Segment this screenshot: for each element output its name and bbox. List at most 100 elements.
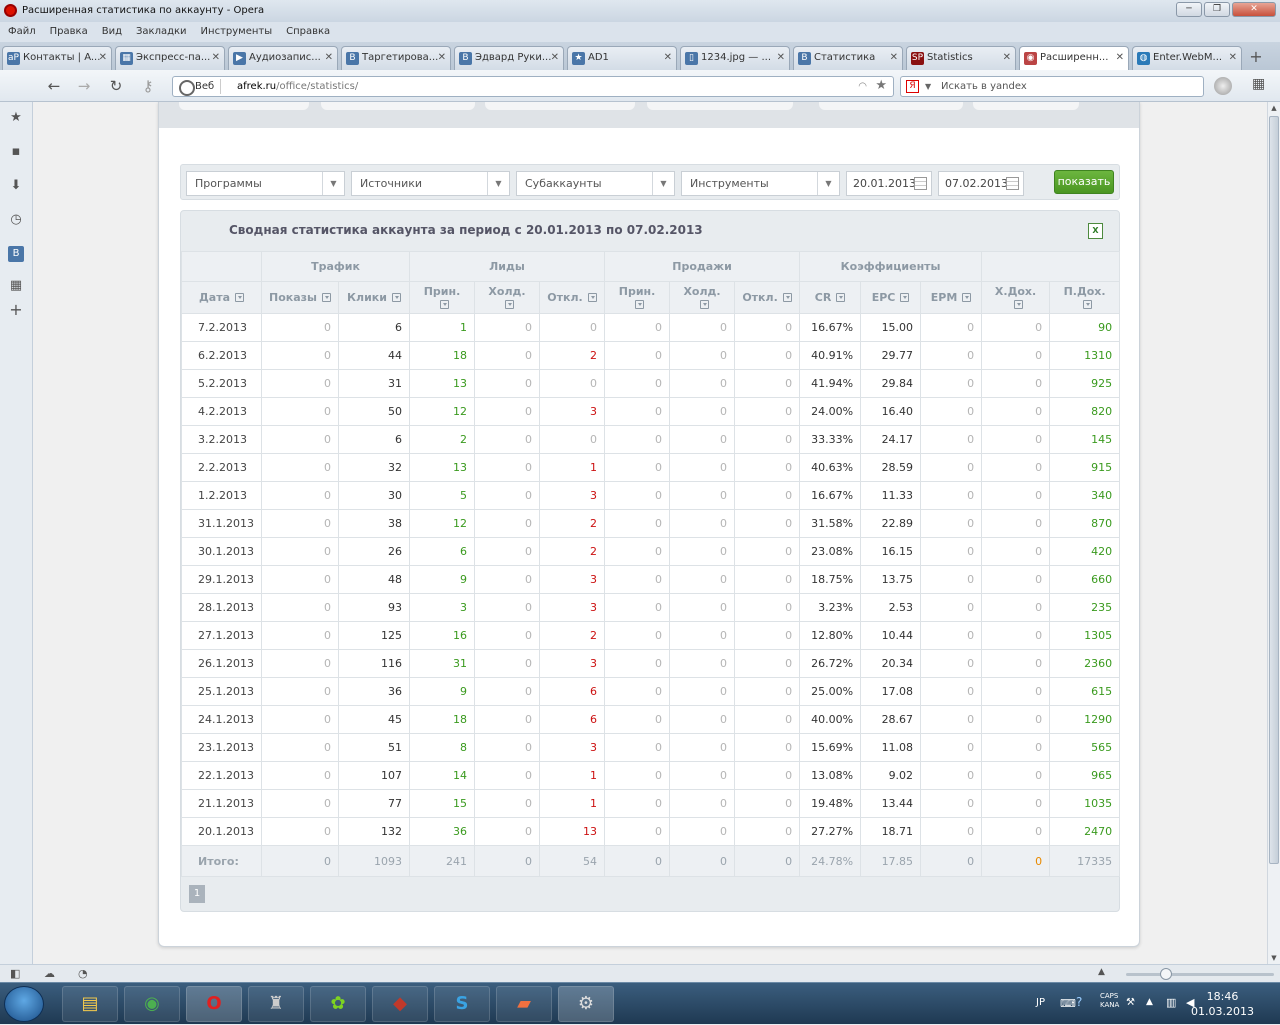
- panel-toggle-icon[interactable]: ◧: [10, 967, 20, 980]
- chevron-down-icon[interactable]: ▼: [925, 77, 931, 96]
- zoom-slider[interactable]: [1126, 973, 1274, 976]
- col-sales-rejected-header[interactable]: Откл.: [734, 281, 801, 314]
- nav-tab-stub[interactable]: [819, 102, 963, 110]
- nav-tab-stub[interactable]: [973, 102, 1079, 110]
- sort-icon[interactable]: [1013, 299, 1023, 309]
- sources-select[interactable]: Источники ▼: [351, 171, 510, 196]
- star-icon[interactable]: ★: [8, 110, 24, 126]
- browser-tab[interactable]: ◍ Enter.WebM... ✕: [1132, 46, 1242, 70]
- new-tab-button[interactable]: +: [1245, 46, 1267, 68]
- tab-close-icon[interactable]: ✕: [1229, 47, 1237, 69]
- nav-tab-stub[interactable]: [485, 102, 635, 110]
- chevron-down-icon[interactable]: ▼: [817, 172, 839, 195]
- chevron-down-icon[interactable]: ▼: [487, 172, 509, 195]
- col-date-header[interactable]: Дата: [181, 281, 262, 314]
- browser-tab[interactable]: aP Контакты | A... ✕: [2, 46, 112, 70]
- tools-select[interactable]: Инструменты ▼: [681, 171, 840, 196]
- browser-tab[interactable]: ★ AD1 ✕: [567, 46, 677, 70]
- page-number-button[interactable]: 1: [189, 885, 205, 903]
- date-to-input[interactable]: 07.02.2013: [938, 171, 1024, 196]
- sort-icon[interactable]: [391, 293, 401, 302]
- calendar-icon[interactable]: [914, 177, 927, 190]
- chevron-down-icon[interactable]: ▼: [322, 172, 344, 195]
- col-impressions-header[interactable]: Показы: [261, 281, 339, 314]
- col-leads-accepted-header[interactable]: Прин.: [409, 281, 476, 314]
- browser-tab[interactable]: B Эдвард Руки... ✕: [454, 46, 564, 70]
- tab-close-icon[interactable]: ✕: [1116, 47, 1124, 69]
- yandex-icon[interactable]: Я: [906, 80, 919, 93]
- url-text[interactable]: afrek.ru/office/statistics/: [237, 77, 358, 96]
- scrollbar-thumb[interactable]: [1269, 116, 1279, 864]
- language-indicator[interactable]: JP: [1036, 997, 1045, 1008]
- sort-icon[interactable]: [1082, 299, 1092, 309]
- tab-close-icon[interactable]: ✕: [99, 47, 107, 69]
- add-panel-icon[interactable]: +: [8, 302, 24, 318]
- vk-icon[interactable]: B: [8, 246, 24, 262]
- close-window-button[interactable]: ✕: [1232, 2, 1276, 17]
- start-button[interactable]: [4, 986, 44, 1022]
- vertical-scrollbar[interactable]: ▲ ▼: [1267, 102, 1280, 964]
- steam-taskbar-icon[interactable]: ⚙: [558, 986, 614, 1022]
- date-from-input[interactable]: 20.01.2013: [846, 171, 932, 196]
- browser-tab[interactable]: B Таргетирова... ✕: [341, 46, 451, 70]
- panels-grid-icon[interactable]: ▦: [8, 278, 24, 294]
- menu-edit[interactable]: Правка: [48, 22, 96, 42]
- browser-tab[interactable]: ▯ 1234.jpg — ... ✕: [680, 46, 790, 70]
- show-hidden-icons-icon[interactable]: ▲: [1146, 997, 1153, 1007]
- programs-select[interactable]: Программы ▼: [186, 171, 345, 196]
- rss-icon[interactable]: ◠: [858, 77, 867, 96]
- downloads-icon[interactable]: ⬇: [8, 178, 24, 194]
- sort-icon[interactable]: [322, 293, 331, 302]
- search-field[interactable]: Я ▼ Искать в yandex: [900, 76, 1204, 97]
- chevron-down-icon[interactable]: ▼: [652, 172, 674, 195]
- calendar-icon[interactable]: [1006, 177, 1019, 190]
- icq-taskbar-icon[interactable]: ✿: [310, 986, 366, 1022]
- browser-tab[interactable]: ▦ Экспресс-па... ✕: [115, 46, 225, 70]
- cloud-icon[interactable]: ☁: [44, 967, 55, 980]
- nav-tab-stub[interactable]: [179, 102, 309, 110]
- menu-view[interactable]: Вид: [100, 22, 130, 42]
- minimize-button[interactable]: ─: [1176, 2, 1202, 17]
- sort-icon[interactable]: [962, 293, 972, 302]
- tab-close-icon[interactable]: ✕: [1003, 47, 1011, 69]
- key-icon[interactable]: ⚷: [138, 76, 158, 96]
- chrome-taskbar-icon[interactable]: ◉: [124, 986, 180, 1022]
- nav-tab-stub[interactable]: [321, 102, 475, 110]
- back-arrow-icon[interactable]: ←: [44, 76, 64, 96]
- bookmark-star-icon[interactable]: ★: [875, 76, 887, 95]
- skype-taskbar-icon[interactable]: S: [434, 986, 490, 1022]
- help-icon[interactable]: ?: [1076, 995, 1082, 1009]
- tab-close-icon[interactable]: ✕: [212, 47, 220, 69]
- sort-icon[interactable]: [782, 293, 792, 302]
- tools-icon[interactable]: ⚒: [1126, 997, 1135, 1008]
- keyboard-icon[interactable]: ⌨: [1060, 997, 1076, 1010]
- turbo-icon[interactable]: ◔: [78, 967, 88, 980]
- reload-icon[interactable]: ↻: [106, 76, 126, 96]
- tab-close-icon[interactable]: ✕: [777, 47, 785, 69]
- sort-icon[interactable]: [635, 299, 645, 309]
- tab-close-icon[interactable]: ✕: [551, 47, 559, 69]
- scroll-up-arrow-icon[interactable]: ▲: [1268, 102, 1280, 114]
- menu-bookmarks[interactable]: Закладки: [134, 22, 195, 42]
- sort-icon[interactable]: [440, 299, 450, 309]
- notes-taskbar-icon[interactable]: ▰: [496, 986, 552, 1022]
- browser-tab-active[interactable]: ◉ Расширенн... ✕: [1019, 46, 1129, 70]
- show-button[interactable]: показать: [1054, 170, 1114, 194]
- menu-tools[interactable]: Инструменты: [199, 22, 281, 42]
- zoom-up-icon[interactable]: ▲: [1098, 967, 1105, 977]
- tab-close-icon[interactable]: ✕: [438, 47, 446, 69]
- tab-close-icon[interactable]: ✕: [890, 47, 898, 69]
- tab-close-icon[interactable]: ✕: [325, 47, 333, 69]
- browser-tab[interactable]: ▶ Аудиозапис... ✕: [228, 46, 338, 70]
- sort-icon[interactable]: [900, 293, 910, 302]
- menu-file[interactable]: Файл: [6, 22, 44, 42]
- address-field[interactable]: Веб afrek.ru/office/statistics/ ◠ ★: [172, 76, 894, 97]
- explorer-taskbar-icon[interactable]: ▤: [62, 986, 118, 1022]
- col-leads-rejected-header[interactable]: Откл.: [539, 281, 606, 314]
- col-sales-hold-header[interactable]: Холд.: [669, 281, 736, 314]
- network-icon[interactable]: ▥: [1166, 996, 1176, 1009]
- maximize-button[interactable]: ❐: [1204, 2, 1230, 17]
- clock[interactable]: 18:46 01.03.2013: [1191, 989, 1254, 1019]
- col-sales-accepted-header[interactable]: Прин.: [604, 281, 671, 314]
- sort-icon[interactable]: [505, 299, 515, 309]
